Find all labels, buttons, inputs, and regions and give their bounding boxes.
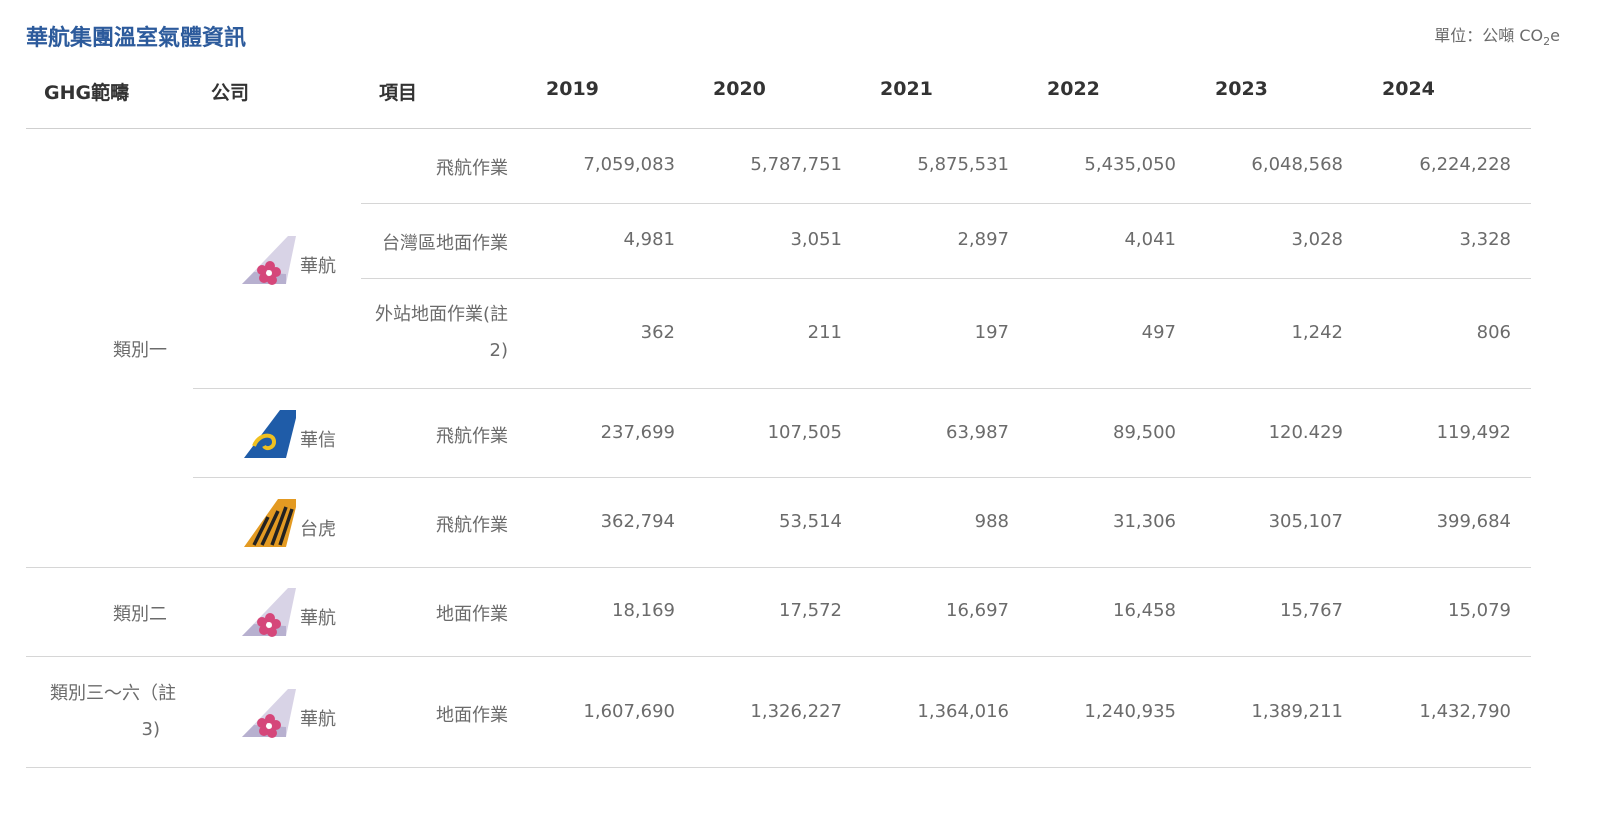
company-name: 華航 (300, 256, 336, 277)
value-cell: 120.429 (1268, 422, 1343, 443)
scope-category-1: 類別一 (113, 340, 167, 361)
value-cell: 3,028 (1291, 229, 1343, 250)
value-cell: 16,697 (946, 600, 1009, 621)
value-cell: 6,224,228 (1419, 154, 1511, 175)
value-cell: 988 (974, 511, 1009, 532)
value-cell: 237,699 (600, 422, 675, 443)
value-cell: 399,684 (1436, 511, 1511, 532)
value-cell: 2,897 (957, 229, 1009, 250)
value-cell: 3,328 (1459, 229, 1511, 250)
header-ghg-scope: GHG範疇 (44, 82, 130, 104)
china-airlines-tail-logo-icon (242, 689, 296, 738)
item-ground-operations: 地面作業 (436, 705, 508, 726)
china-airlines-tail-logo-icon (242, 588, 296, 637)
scope-category-2: 類別二 (113, 604, 167, 625)
row-divider (193, 477, 1531, 478)
value-cell: 3,051 (790, 229, 842, 250)
header-year-2019: 2019 (546, 78, 599, 100)
item-flight-operations: 飛航作業 (436, 158, 508, 179)
header-year-2022: 2022 (1047, 78, 1100, 100)
value-cell: 1,242 (1291, 322, 1343, 343)
value-cell: 7,059,083 (583, 154, 675, 175)
section-divider (26, 767, 1531, 768)
value-cell: 15,767 (1280, 600, 1343, 621)
value-cell: 1,389,211 (1251, 701, 1343, 722)
value-cell: 5,435,050 (1084, 154, 1176, 175)
china-airlines-tail-logo-icon (242, 236, 296, 285)
value-cell: 1,240,935 (1084, 701, 1176, 722)
value-cell: 1,326,227 (750, 701, 842, 722)
item-flight-operations: 飛航作業 (436, 426, 508, 447)
company-china-airlines: 華航 (240, 586, 336, 638)
value-cell: 1,364,016 (917, 701, 1009, 722)
tigerair-tail-logo-icon (244, 499, 296, 547)
value-cell: 6,048,568 (1251, 154, 1343, 175)
header-year-2023: 2023 (1215, 78, 1268, 100)
company-name: 華航 (300, 709, 336, 730)
value-cell: 119,492 (1436, 422, 1511, 443)
company-name: 台虎 (300, 519, 336, 540)
value-cell: 16,458 (1113, 600, 1176, 621)
value-cell: 362 (640, 322, 675, 343)
company-mandarin-airlines: 華信 (240, 408, 336, 460)
section-divider (26, 567, 1531, 568)
header-company: 公司 (211, 82, 250, 104)
mandarin-airlines-tail-logo-icon (244, 410, 296, 458)
row-divider (361, 278, 1531, 279)
value-cell: 53,514 (779, 511, 842, 532)
value-cell: 305,107 (1268, 511, 1343, 532)
table-header-row: GHG範疇 公司 項目 2019 2020 2021 2022 2023 202… (26, 58, 1531, 129)
value-cell: 4,041 (1124, 229, 1176, 250)
item-flight-operations: 飛航作業 (436, 515, 508, 536)
value-cell: 15,079 (1448, 600, 1511, 621)
row-divider (361, 203, 1531, 204)
value-cell: 31,306 (1113, 511, 1176, 532)
item-ground-operations: 地面作業 (436, 604, 508, 625)
value-cell: 211 (807, 322, 842, 343)
company-china-airlines: 華航 (240, 687, 336, 739)
value-cell: 63,987 (946, 422, 1009, 443)
value-cell: 17,572 (779, 600, 842, 621)
company-tigerair: 台虎 (240, 497, 336, 549)
company-name: 華航 (300, 608, 336, 629)
row-divider (193, 388, 1531, 389)
value-cell: 4,981 (623, 229, 675, 250)
value-cell: 107,505 (767, 422, 842, 443)
value-cell: 1,432,790 (1419, 701, 1511, 722)
section-divider (26, 656, 1531, 657)
header-year-2024: 2024 (1382, 78, 1435, 100)
header-year-2020: 2020 (713, 78, 766, 100)
value-cell: 18,169 (612, 600, 675, 621)
item-outstation-ground-operations: 外站地面作業(註 2) (374, 304, 508, 361)
value-cell: 5,787,751 (750, 154, 842, 175)
company-china-airlines: 華航 (240, 234, 336, 286)
unit-label: 單位：公噸 CO2e (1434, 26, 1560, 49)
company-name: 華信 (300, 430, 336, 451)
value-cell: 1,607,690 (583, 701, 675, 722)
value-cell: 197 (974, 322, 1009, 343)
header-year-2021: 2021 (880, 78, 933, 100)
value-cell: 89,500 (1113, 422, 1176, 443)
page-title: 華航集團溫室氣體資訊 (26, 26, 247, 51)
value-cell: 5,875,531 (917, 154, 1009, 175)
scope-category-3-6: 類別三～六（註 3) (50, 683, 176, 740)
header-item: 項目 (379, 82, 418, 104)
value-cell: 806 (1476, 322, 1511, 343)
item-taiwan-ground-operations: 台灣區地面作業 (382, 233, 508, 254)
value-cell: 362,794 (600, 511, 675, 532)
value-cell: 497 (1141, 322, 1176, 343)
